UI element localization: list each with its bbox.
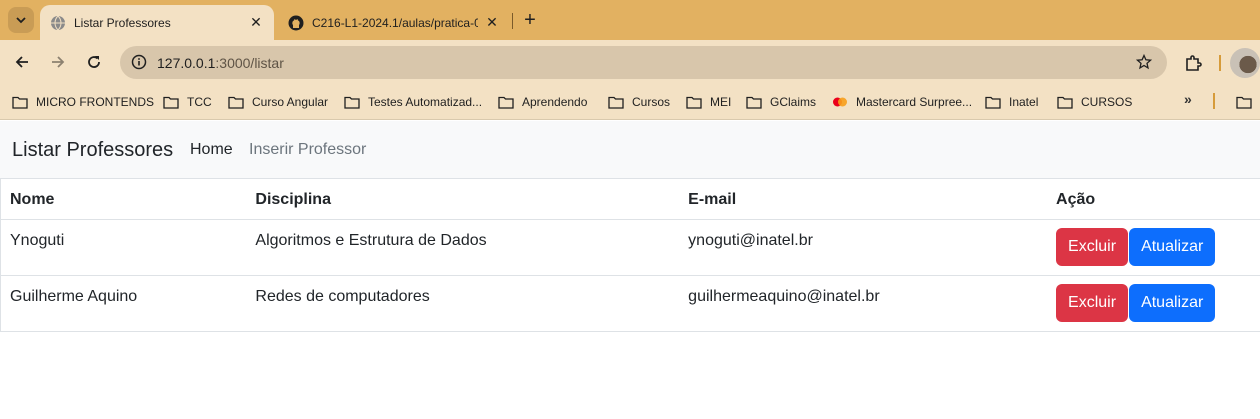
folder-icon [985, 95, 1002, 109]
forward-button[interactable] [46, 50, 70, 74]
nav-link-inserir-professor[interactable]: Inserir Professor [249, 141, 366, 159]
reload-icon [88, 56, 100, 68]
bookmarks-separator [1213, 93, 1215, 109]
bookmark-item[interactable]: Cursos [608, 93, 670, 111]
url-host: 127.0.0.1 [157, 55, 216, 71]
bookmark-label: MEI [710, 95, 732, 109]
table-row: Guilherme Aquino Redes de computadores g… [0, 275, 1260, 332]
cell-nome: Ynoguti [0, 219, 256, 276]
new-tab-button[interactable]: + [519, 9, 541, 31]
bookmark-item[interactable]: Mastercard Surpree... [832, 93, 972, 111]
tab-strip: Listar Professores ✕ C216-L1-2024.1/aula… [0, 0, 1260, 40]
site-info-icon[interactable] [128, 51, 150, 73]
folder-icon [344, 95, 361, 109]
column-header-disciplina: Disciplina [255, 178, 689, 220]
cell-actions: Excluir Atualizar [1056, 275, 1260, 332]
folder-icon [746, 95, 763, 109]
bookmark-label: CURSOS [1081, 95, 1133, 109]
arrow-right-icon [52, 56, 65, 68]
bookmark-overflow[interactable]: T [1236, 93, 1260, 111]
bookmark-item[interactable]: MICRO FRONTENDS [12, 93, 154, 111]
folder-icon [12, 95, 29, 109]
extensions-icon[interactable] [1182, 52, 1204, 74]
tab-separator [512, 13, 513, 29]
close-icon[interactable]: ✕ [484, 14, 500, 31]
bookmark-label: GClaims [770, 95, 817, 109]
address-bar[interactable]: 127.0.0.1:3000/listar [120, 46, 1167, 79]
bookmark-item[interactable]: Aprendendo [498, 93, 587, 111]
arrow-left-icon [15, 56, 28, 68]
folder-icon [1236, 95, 1253, 109]
bookmark-label: Curso Angular [252, 95, 329, 109]
navbar-brand[interactable]: Listar Professores [12, 139, 173, 162]
delete-button[interactable]: Excluir [1056, 228, 1129, 266]
bookmark-item[interactable]: CURSOS [1057, 93, 1132, 111]
mastercard-icon [832, 95, 849, 109]
folder-icon [163, 95, 180, 109]
folder-icon [498, 95, 515, 109]
bookmark-label: Cursos [632, 95, 671, 109]
chevron-down-icon [16, 17, 26, 24]
table-header-row: Nome Disciplina E-mail Ação [0, 178, 1260, 220]
cell-disciplina: Algoritmos e Estrutura de Dados [255, 219, 689, 276]
column-header-acao: Ação [1056, 178, 1260, 220]
cell-disciplina: Redes de computadores [255, 275, 689, 332]
bookmark-item[interactable]: GClaims [746, 93, 816, 111]
github-icon [288, 15, 304, 31]
browser-toolbar: 127.0.0.1:3000/listar [0, 40, 1260, 84]
bookmark-label: Testes Automatizad... [368, 95, 483, 109]
tab-title: Listar Professores [74, 15, 171, 30]
cell-email: guilhermeaquino@inatel.br [688, 275, 1057, 332]
url-path: :3000/listar [215, 55, 284, 71]
folder-icon [1057, 95, 1074, 109]
tab-search-button[interactable] [8, 7, 34, 33]
back-button[interactable] [10, 50, 34, 74]
folder-icon [608, 95, 625, 109]
table-row: Ynoguti Algoritmos e Estrutura de Dados … [0, 219, 1260, 276]
column-header-email: E-mail [688, 178, 1057, 220]
bookmark-label: Inatel [1009, 95, 1039, 109]
professors-table: Nome Disciplina E-mail Ação Ynoguti Algo… [0, 178, 1260, 332]
update-button[interactable]: Atualizar [1129, 228, 1216, 266]
bookmark-label: MICRO FRONTENDS [36, 95, 154, 109]
bookmark-item[interactable]: Testes Automatizad... [344, 93, 482, 111]
cell-actions: Excluir Atualizar [1056, 219, 1260, 276]
toolbar-separator [1219, 55, 1221, 71]
tab-listar-professores[interactable]: Listar Professores ✕ [40, 5, 274, 40]
update-button[interactable]: Atualizar [1129, 284, 1216, 322]
url-text: 127.0.0.1:3000/listar [157, 55, 284, 71]
profile-avatar[interactable] [1230, 48, 1260, 78]
bookmark-item[interactable]: MEI [686, 93, 731, 111]
bookmark-label: TCC [187, 95, 212, 109]
chevron-double-right-icon[interactable]: » [1184, 91, 1192, 107]
bookmark-item[interactable]: Inatel [985, 93, 1038, 111]
tab-title: C216-L1-2024.1/aulas/pratica-0 [312, 15, 478, 30]
folder-icon [686, 95, 703, 109]
folder-icon [228, 95, 245, 109]
reload-button[interactable] [82, 50, 106, 74]
nav-link-home[interactable]: Home [190, 141, 233, 159]
bookmark-item[interactable]: TCC [163, 93, 212, 111]
globe-icon [50, 15, 66, 31]
column-header-nome: Nome [0, 178, 256, 220]
bookmark-label: Aprendendo [522, 95, 588, 109]
tab-github[interactable]: C216-L1-2024.1/aulas/pratica-0 ✕ [278, 5, 510, 40]
app-navbar: Listar Professores Home Inserir Professo… [0, 121, 1260, 178]
cell-email: ynoguti@inatel.br [688, 219, 1057, 276]
professors-table-wrapper: Nome Disciplina E-mail Ação Ynoguti Algo… [0, 178, 1260, 332]
close-icon[interactable]: ✕ [248, 14, 264, 31]
delete-button[interactable]: Excluir [1056, 284, 1129, 322]
bookmark-label: Mastercard Surpree... [856, 95, 973, 109]
bookmark-item[interactable]: Curso Angular [228, 93, 328, 111]
bookmark-star-icon[interactable] [1135, 53, 1153, 71]
cell-nome: Guilherme Aquino [0, 275, 256, 332]
